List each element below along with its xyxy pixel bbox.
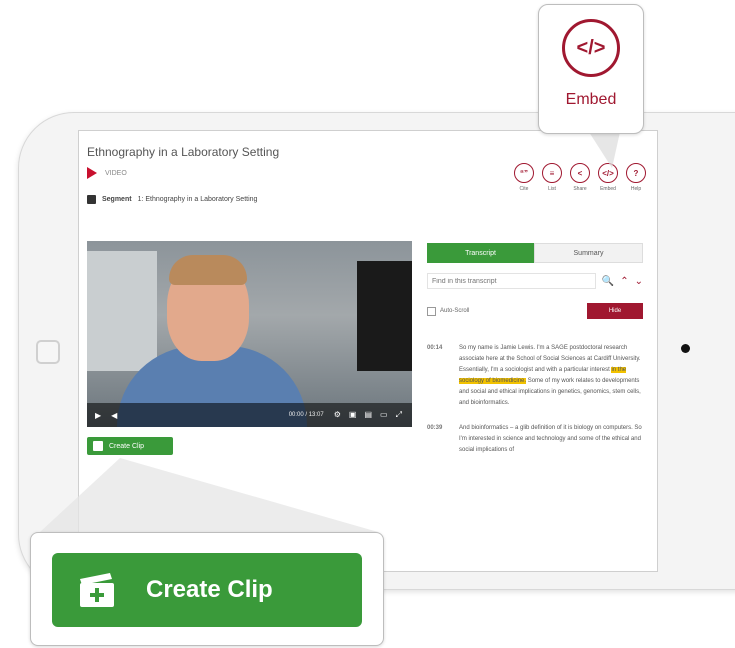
create-clip-big-button[interactable]: Create Clip [52, 553, 362, 627]
embed-callout-label: Embed [565, 91, 617, 108]
create-clip-callout: Create Clip [30, 532, 384, 646]
clapperboard-plus-icon [80, 573, 114, 607]
embed-callout[interactable]: </> Embed [538, 4, 644, 134]
embed-code-icon: </> [562, 19, 620, 77]
create-clip-big-label: Create Clip [146, 576, 273, 603]
